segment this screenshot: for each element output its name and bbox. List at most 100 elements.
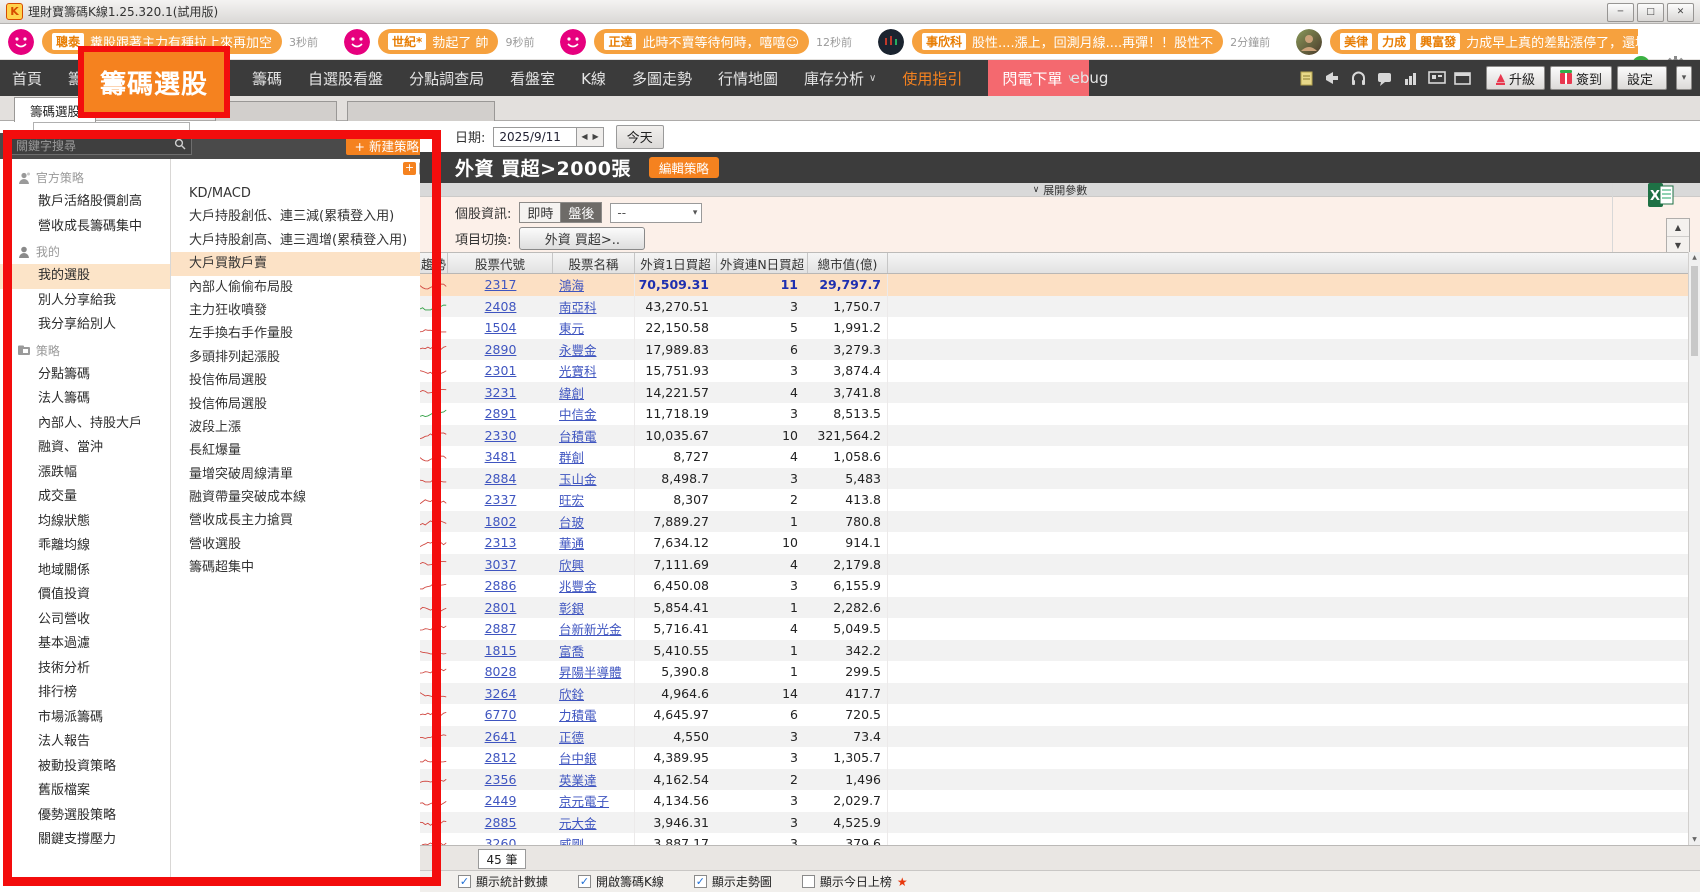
column-header-股票代號[interactable]: 股票代號 xyxy=(448,253,553,273)
table-scrollbar[interactable]: ▲ ▼ xyxy=(1688,252,1700,845)
minimize-icon[interactable]: ─ xyxy=(1607,3,1634,22)
strategy-item[interactable]: 營收選股 xyxy=(171,533,421,556)
stock-code-link[interactable]: 2408 xyxy=(485,299,517,314)
table-row[interactable]: 3264欣銓4,964.614417.7 xyxy=(420,683,1688,705)
table-row[interactable]: 2885元大金3,946.3134,525.9 xyxy=(420,812,1688,834)
strategy-item[interactable]: 主力狂收噴發 xyxy=(171,299,421,322)
date-stepper[interactable]: ◀▶ xyxy=(577,127,603,147)
stock-code-link[interactable]: 3264 xyxy=(485,686,517,701)
table-row[interactable]: 1815富喬5,410.551342.2 xyxy=(420,640,1688,662)
strategy-item[interactable]: 大戶持股創高、連三週增(累積登入用) xyxy=(171,229,421,252)
strategy-item[interactable]: 融資帶量突破成本線 xyxy=(171,486,421,509)
stock-name-link[interactable]: 中信金 xyxy=(559,404,597,423)
sidebar-item-基本過濾[interactable]: 基本過濾 xyxy=(0,632,170,657)
ticker-message[interactable]: 美律力成興富發力成早上真的差點漲停了，還填息填息是意料之內，只是沒 xyxy=(1296,29,1638,55)
strategy-item[interactable]: 投信佈局選股 xyxy=(171,393,421,416)
table-row[interactable]: 3481群創8,72741,058.6 xyxy=(420,446,1688,468)
sidebar-item-優勢選股策略[interactable]: 優勢選股策略 xyxy=(0,804,170,829)
stock-name-link[interactable]: 南亞科 xyxy=(559,297,597,316)
date-input[interactable]: 2025/9/11 xyxy=(493,127,577,147)
stats-icon[interactable] xyxy=(1402,70,1419,87)
user-avatar[interactable] xyxy=(560,29,586,55)
stock-code-link[interactable]: 2884 xyxy=(485,471,517,486)
table-row[interactable]: 2812台中銀4,389.9531,305.7 xyxy=(420,747,1688,769)
sidebar-item-地域關係[interactable]: 地域關係 xyxy=(0,559,170,584)
sidebar-item-價值投資[interactable]: 價值投資 xyxy=(0,583,170,608)
stock-name-link[interactable]: 京元電子 xyxy=(559,791,609,810)
nav-button-簽到[interactable]: 簽到 xyxy=(1550,66,1612,90)
headset-icon[interactable] xyxy=(1350,70,1367,87)
sidebar-item-公司營收[interactable]: 公司營收 xyxy=(0,608,170,633)
stock-name-link[interactable]: 華通 xyxy=(559,533,584,552)
stock-code-link[interactable]: 3231 xyxy=(485,385,517,400)
user-avatar[interactable] xyxy=(8,29,34,55)
ticker-message[interactable]: 事欣科股性....漲上，回測月線....再彈！！股性不2分鐘前 xyxy=(878,29,1270,55)
maximize-icon[interactable]: □ xyxy=(1637,3,1664,22)
stock-name-link[interactable]: 鴻海 xyxy=(559,275,584,294)
stock-code-link[interactable]: 2330 xyxy=(485,428,517,443)
table-row[interactable]: 2884玉山金8,498.735,483 xyxy=(420,468,1688,490)
stock-name-link[interactable]: 群創 xyxy=(559,447,584,466)
table-row[interactable]: 1802台玻7,889.271780.8 xyxy=(420,511,1688,533)
screen-share-icon[interactable] xyxy=(1428,70,1445,87)
user-avatar[interactable] xyxy=(878,29,904,55)
window-icon[interactable] xyxy=(1454,70,1471,87)
stock-name-link[interactable]: 威剛 xyxy=(559,834,584,845)
table-row[interactable]: 2891中信金11,718.1938,513.5 xyxy=(420,403,1688,425)
tree-group-我的[interactable]: ▼我的 xyxy=(0,239,170,264)
stock-code-link[interactable]: 1504 xyxy=(485,320,517,335)
ticker-message-pill[interactable]: 美律力成興富發力成早上真的差點漲停了，還填息填息是意料之內，只是沒 xyxy=(1330,29,1638,54)
stock-name-link[interactable]: 台新新光金 xyxy=(559,619,622,638)
ticker-message-pill[interactable]: 事欣科股性....漲上，回測月線....再彈！！股性不 xyxy=(912,29,1223,54)
close-icon[interactable]: ✕ xyxy=(1667,3,1694,22)
stock-code-link[interactable]: 3481 xyxy=(485,449,517,464)
stock-code-link[interactable]: 3260 xyxy=(485,836,517,845)
table-row[interactable]: 2317鴻海70,509.311129,797.7 xyxy=(420,274,1688,296)
table-row[interactable]: 2887台新新光金5,716.4145,049.5 xyxy=(420,618,1688,640)
stock-code-link[interactable]: 2891 xyxy=(485,406,517,421)
sidebar-item-融資、當沖[interactable]: 融資、當沖 xyxy=(0,436,170,461)
ticker-message-pill[interactable]: 正達此時不賣等待何時，嘻嘻☺ xyxy=(594,29,809,54)
nav-button-設定[interactable]: 設定 xyxy=(1617,66,1667,90)
user-avatar[interactable] xyxy=(1296,29,1322,55)
sidebar-item-法人報告[interactable]: 法人報告 xyxy=(0,730,170,755)
nav-item-自選股看盤[interactable]: 自選股看盤 xyxy=(308,60,383,96)
stock-name-link[interactable]: 欣銓 xyxy=(559,684,584,703)
stock-name-link[interactable]: 光寶科 xyxy=(559,361,597,380)
stock-name-link[interactable]: 玉山金 xyxy=(559,469,597,488)
ticker-message-pill[interactable]: 世紀*勃起了 帥 xyxy=(378,29,498,54)
table-row[interactable]: 2449京元電子4,134.5632,029.7 xyxy=(420,790,1688,812)
stock-code-link[interactable]: 3037 xyxy=(485,557,517,572)
nav-item-首頁[interactable]: 首頁 xyxy=(12,60,42,96)
stock-code-link[interactable]: 2886 xyxy=(485,578,517,593)
search-input[interactable]: 關鍵字搜尋 xyxy=(10,136,192,155)
stock-code-link[interactable]: 2313 xyxy=(485,535,517,550)
sidebar-item-漲跌幅[interactable]: 漲跌幅 xyxy=(0,461,170,486)
sidebar-item-法人籌碼[interactable]: 法人籌碼 xyxy=(0,387,170,412)
stock-name-link[interactable]: 昇陽半導體 xyxy=(559,662,622,681)
stock-code-link[interactable]: 6770 xyxy=(485,707,517,722)
column-header-總市值(億)[interactable]: 總市值(億) xyxy=(808,253,888,273)
stock-name-link[interactable]: 元大金 xyxy=(559,813,597,832)
nav-item-K線[interactable]: K線 xyxy=(581,60,606,96)
sidebar-item-成交量[interactable]: 成交量 xyxy=(0,485,170,510)
ticker-message[interactable]: 正達此時不賣等待何時，嘻嘻☺12秒前 xyxy=(560,29,852,55)
nav-button-升級[interactable]: ▲升級 xyxy=(1486,66,1544,90)
table-row[interactable]: 2301光寶科15,751.9333,874.4 xyxy=(420,360,1688,382)
table-row[interactable]: 2886兆豐金6,450.0836,155.9 xyxy=(420,575,1688,597)
sidebar-item-關鍵支撐壓力[interactable]: 關鍵支撐壓力 xyxy=(0,828,170,853)
nav-item-ebug[interactable]: ebug xyxy=(1071,60,1109,96)
table-row[interactable]: 3037欣興7,111.6942,179.8 xyxy=(420,554,1688,576)
strategy-item[interactable]: 多頭排列起漲股 xyxy=(171,346,421,369)
scroll-up-icon[interactable]: ▲ xyxy=(1690,252,1699,263)
table-row[interactable]: 2641正德4,550373.4 xyxy=(420,726,1688,748)
stock-name-link[interactable]: 力積電 xyxy=(559,705,597,724)
sidebar-item-被動投資策略[interactable]: 被動投資策略 xyxy=(0,755,170,780)
table-row[interactable]: 6770力積電4,645.976720.5 xyxy=(420,704,1688,726)
stock-name-link[interactable]: 東元 xyxy=(559,318,584,337)
checkbox-顯示今日上榜[interactable] xyxy=(802,875,815,888)
new-strategy-button[interactable]: + 新建策略 xyxy=(346,135,428,155)
expander-icon[interactable]: ▼ xyxy=(5,173,12,183)
nav-item-使用指引[interactable]: 使用指引 xyxy=(902,60,962,96)
table-row[interactable]: 3231緯創14,221.5743,741.8 xyxy=(420,382,1688,404)
